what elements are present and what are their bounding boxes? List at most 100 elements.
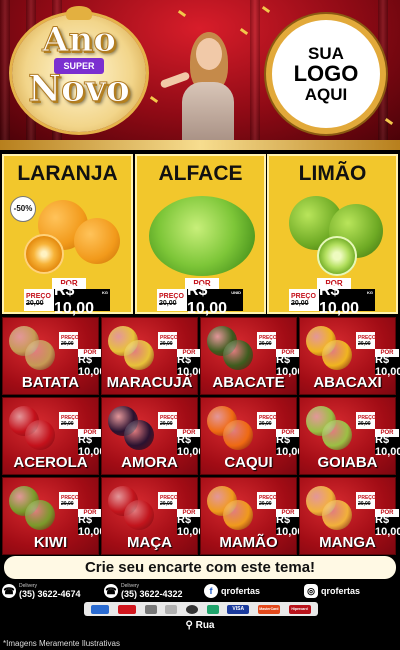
card-icon [144, 604, 157, 614]
old-price-box: PREÇO 20,00 [257, 412, 277, 429]
product-tile: PREÇO20,00 POR R$ 10,00KG ABACAXI [299, 317, 400, 395]
ano-novo-badge: Ano SUPER Novo [8, 6, 158, 136]
price-tag: PREÇO20,00 POR R$ 10,00KG [356, 492, 400, 538]
featured-laranja: LARANJA -50% POR PREÇO 20,00 R$ 10,00 KG [2, 154, 133, 317]
old-price-box: PREÇO 20,00 [59, 332, 79, 349]
product-tile: PREÇO20,00 POR R$ 10,00KG ACEROLA [2, 397, 117, 475]
product-tile: PREÇO20,00 POR R$ 10,00KG MANGA [299, 477, 400, 555]
product-image [223, 420, 253, 450]
phone-contact-2[interactable]: ☎ Delivery (35) 3622-4322 [104, 581, 183, 601]
old-price: 20,00 [358, 420, 371, 427]
phone-number: (35) 3622-4322 [121, 588, 183, 599]
badge-line1: Ano [42, 20, 117, 61]
old-price-box: PREÇO 20,00 [257, 492, 277, 509]
old-price: 20,00 [291, 300, 309, 307]
featured-alface: ALFACE POR PREÇO 20,00 R$ 10,00 UNID [135, 154, 266, 317]
model-photo [159, 28, 248, 142]
disclaimer: *Imagens Meramente Ilustrativas [3, 639, 120, 648]
phone-number: (35) 3622-4674 [19, 588, 81, 599]
price-unit: KG [102, 290, 108, 295]
product-name: AMORA [121, 454, 178, 471]
old-price: 20,00 [61, 340, 74, 347]
price-tag: POR PREÇO 20,00 R$ 10,00 KG [24, 278, 110, 317]
facebook-icon: f [204, 584, 218, 598]
old-price: 20,00 [259, 500, 272, 507]
old-price-box: PREÇO 20,00 [59, 412, 79, 429]
price-unit: UNID [231, 290, 241, 295]
product-name: MANGA [319, 534, 376, 551]
product-image [223, 340, 253, 370]
product-image [25, 420, 55, 450]
new-price-box: R$ 10,00 UNID [187, 282, 243, 317]
phone-icon: ☎ [104, 584, 118, 598]
instagram-link[interactable]: ◎ qrofertas [304, 581, 360, 601]
mastercard-logo: MasterCard [257, 604, 280, 614]
old-price: 20,00 [61, 500, 74, 507]
cta-banner[interactable]: Crie seu encarte com este tema! [4, 556, 396, 579]
product-tile: PREÇO20,00 POR R$ 10,00KG ABACATE [200, 317, 315, 395]
card-icon [185, 604, 198, 614]
old-price-box: PREÇO 20,00 [257, 332, 277, 349]
product-tile: PREÇO20,00 POR R$ 10,00KG KIWI [2, 477, 117, 555]
new-price-box: R$ 10,00KG [375, 434, 400, 458]
lettuce [149, 196, 255, 276]
product-name: MAMÃO [219, 534, 278, 551]
card-icon [91, 604, 110, 614]
price-tag: PREÇO20,00 POR R$ 10,00KG [356, 332, 400, 378]
bow-icon [66, 6, 92, 20]
product-image [322, 340, 352, 370]
product-name: BATATA [21, 374, 80, 391]
old-price: 20,00 [61, 420, 74, 427]
old-price-label: PREÇO [159, 293, 184, 300]
product-name: MAÇA [127, 534, 172, 551]
header-banner: Ano SUPER Novo SUA LOGO AQUI [0, 0, 400, 142]
product-tile: PREÇO20,00 POR R$ 10,00KG MAMÃO [200, 477, 315, 555]
model-arm [159, 71, 191, 89]
logo-placeholder: SUA LOGO AQUI [266, 14, 386, 134]
old-price-box: PREÇO 20,00 [356, 332, 376, 349]
product-name: GOIABA [317, 454, 378, 471]
model-body [182, 82, 234, 142]
phone-contact-1[interactable]: ☎ Delivery (35) 3622-4674 [2, 581, 81, 601]
featured-title: LARANJA [17, 162, 118, 185]
price-tag: POR PREÇO 20,00 R$ 10,00 UNID [157, 278, 243, 317]
price-tag: PREÇO20,00 POR R$ 10,00KG [356, 412, 400, 458]
discount-badge: -50% [10, 196, 36, 222]
product-image [124, 420, 154, 450]
address: ⚲ Rua [0, 620, 400, 631]
old-price: 20,00 [160, 500, 173, 507]
price-tag: POR PREÇO 20,00 R$ 10,00 KG [289, 278, 375, 317]
product-image [25, 340, 55, 370]
product-name: ACEROLA [13, 454, 88, 471]
featured-title: LIMÃO [298, 162, 367, 185]
address-text: Rua [195, 620, 215, 631]
old-price: 20,00 [358, 500, 371, 507]
product-image [223, 500, 253, 530]
featured-limao: LIMÃO POR PREÇO 20,00 R$ 10,00 KG [267, 154, 398, 317]
old-price-box: PREÇO 20,00 [158, 332, 178, 349]
old-price-label: PREÇO [26, 293, 51, 300]
visa-logo: VISA [227, 604, 250, 614]
old-price-box: PREÇO 20,00 [59, 492, 79, 509]
instagram-handle: qrofertas [321, 585, 361, 596]
new-price-box: R$ 10,00KG [375, 354, 400, 378]
product-name: ABACAXI [313, 374, 382, 391]
new-price-box: R$ 10,00KG [375, 514, 400, 538]
old-price-box: PREÇO 20,00 [157, 289, 187, 311]
gold-divider [0, 140, 400, 150]
product-image [25, 500, 55, 530]
old-price: 20,00 [259, 340, 272, 347]
old-price: 20,00 [259, 420, 272, 427]
old-price-box: PREÇO 20,00 [158, 412, 178, 429]
old-price: 20,00 [26, 300, 44, 307]
facebook-link[interactable]: f qrofertas [204, 581, 260, 601]
lime-slice [317, 236, 357, 276]
old-price-box: PREÇO 20,00 [289, 289, 319, 311]
old-price: 20,00 [159, 300, 177, 307]
card-icon [165, 604, 178, 614]
new-price-box: R$ 10,00 KG [54, 282, 110, 317]
old-price-box: PREÇO 20,00 [356, 412, 376, 429]
product-name: KIWI [33, 534, 68, 551]
new-price: R$ 10,00 [54, 282, 95, 317]
instagram-icon: ◎ [304, 584, 318, 598]
